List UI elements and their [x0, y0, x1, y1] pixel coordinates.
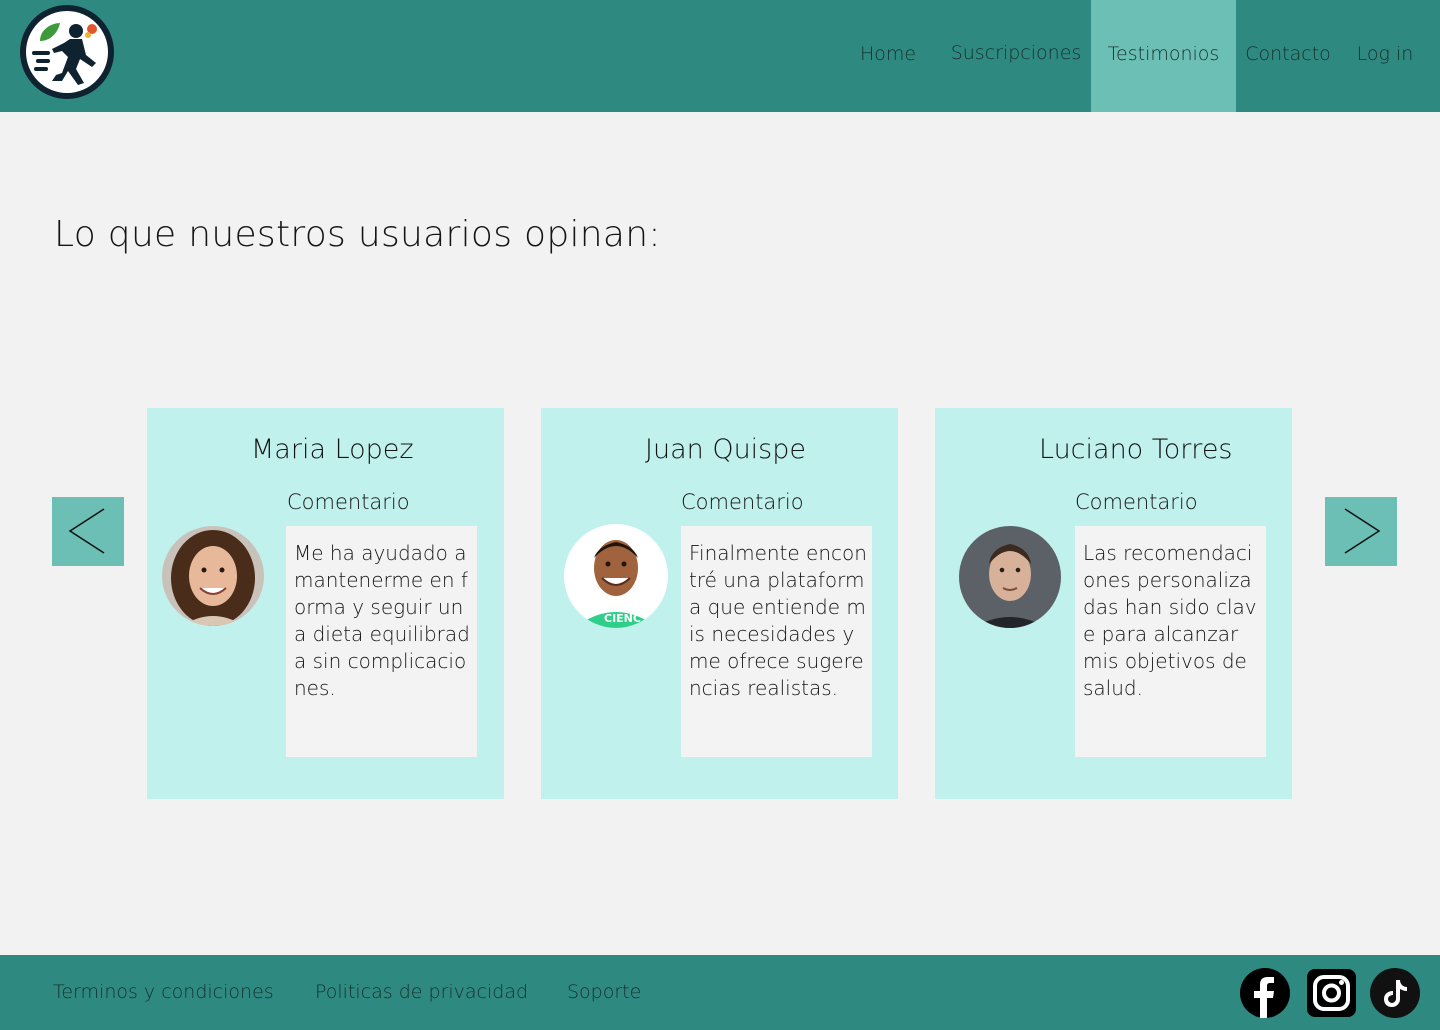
logo-inner — [26, 11, 108, 93]
card-comment: Me ha ayudado a mantenerme en forma y se… — [286, 526, 477, 757]
runner-icon — [32, 23, 97, 85]
page-title: Lo que nuestros usuarios opinan: — [54, 214, 661, 255]
chevron-left-icon — [68, 508, 105, 554]
carousel-next-button[interactable] — [1325, 497, 1397, 566]
card-label: Comentario — [1075, 490, 1198, 514]
chevron-right-icon — [1344, 508, 1381, 554]
card-comment: Las recomendaciones personalizadas han s… — [1075, 526, 1266, 757]
avatar — [959, 526, 1061, 628]
nav-home[interactable]: Home — [848, 0, 928, 112]
testimonial-card: Maria Lopez Comentario Me ha ayudado a m… — [147, 408, 504, 799]
carousel-prev-button[interactable] — [52, 497, 124, 566]
instagram-icon[interactable] — [1307, 969, 1356, 1017]
svg-text:CIENC: CIENC — [604, 612, 641, 625]
footer-link-privacidad[interactable]: Politicas de privacidad — [315, 981, 528, 1003]
runner-logo[interactable] — [20, 5, 114, 99]
site-header: Home Suscripciones Testimonios Contacto … — [0, 0, 1440, 112]
nav-suscripciones[interactable]: Suscripciones — [946, 0, 1086, 112]
nav-contacto[interactable]: Contacto — [1240, 0, 1336, 112]
card-name: Maria Lopez — [251, 434, 414, 465]
card-name: Juan Quispe — [645, 434, 806, 465]
testimonial-card: Luciano Torres Comentario Las recomendac… — [935, 408, 1292, 799]
tiktok-icon[interactable] — [1370, 968, 1420, 1018]
facebook-icon[interactable] — [1240, 968, 1290, 1018]
footer-link-soporte[interactable]: Soporte — [567, 981, 641, 1003]
avatar — [162, 526, 264, 626]
testimonial-card: Juan Quispe Comentario CIENC Finalmente … — [541, 408, 898, 799]
site-footer: Terminos y condiciones Politicas de priv… — [0, 955, 1440, 1030]
avatar: CIENC — [564, 524, 668, 628]
card-name: Luciano Torres — [1039, 434, 1233, 465]
card-label: Comentario — [287, 490, 410, 514]
nav-login[interactable]: Log in — [1350, 0, 1420, 112]
card-comment: Finalmente encontré una plataforma que e… — [681, 526, 872, 757]
card-label: Comentario — [681, 490, 804, 514]
footer-link-terminos[interactable]: Terminos y condiciones — [53, 981, 274, 1003]
nav-testimonios[interactable]: Testimonios — [1091, 0, 1236, 112]
